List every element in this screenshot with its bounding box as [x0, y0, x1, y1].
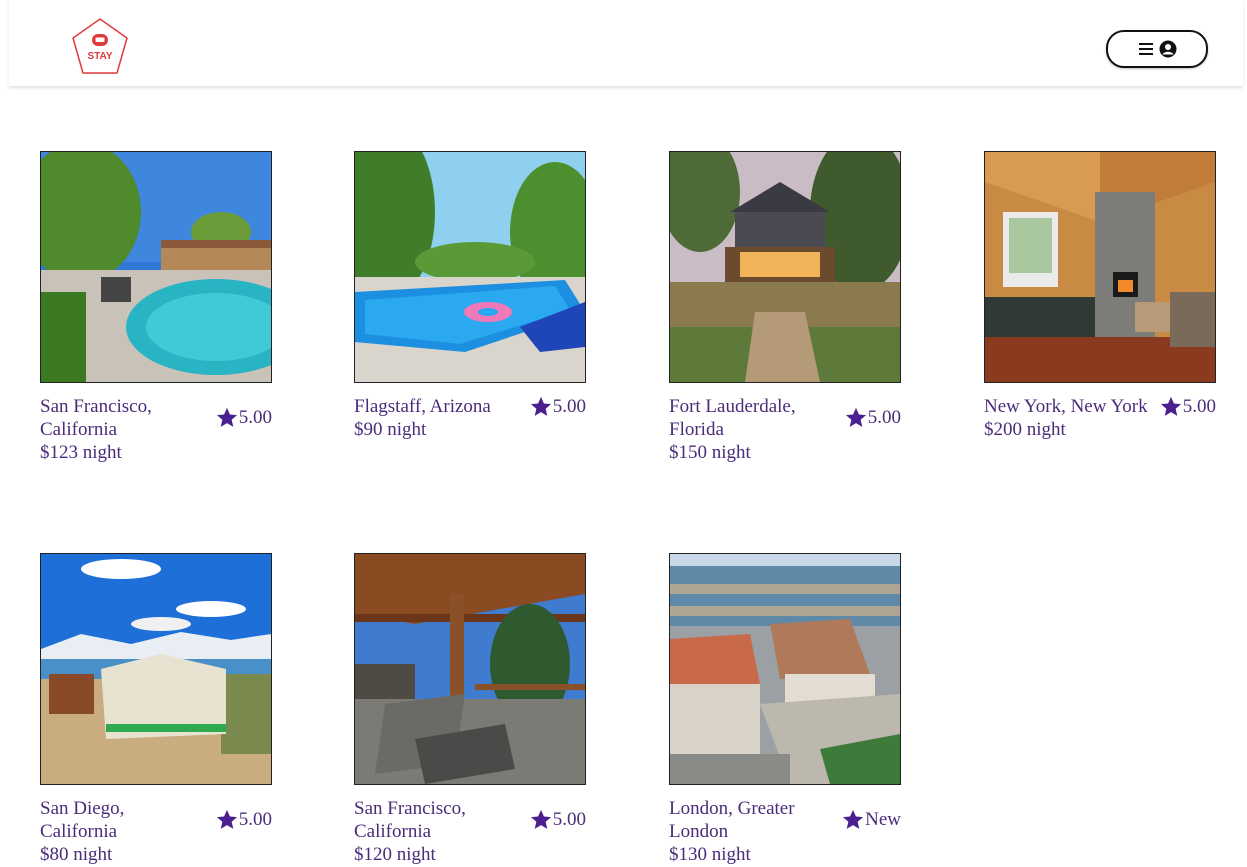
listing-card[interactable]: Fort Lauderdale, Florida $150 night 5.00: [669, 151, 901, 464]
listing-location[interactable]: San Diego, California: [40, 797, 200, 843]
user-avatar-icon: [1159, 40, 1177, 58]
listing-card[interactable]: San Francisco, California $123 night 5.0…: [40, 151, 272, 464]
rating-value: 5.00: [552, 809, 586, 830]
listing-price: $80 night: [40, 844, 113, 865]
listing-rating: New: [842, 808, 901, 831]
listing-photo[interactable]: [40, 151, 272, 383]
listing-rating: 5.00: [845, 406, 901, 429]
listing-photo[interactable]: [669, 553, 901, 785]
listing-price: $200 night: [984, 419, 1066, 440]
rating-value: 5.00: [238, 809, 272, 830]
listing-price: $120 night: [354, 844, 436, 865]
listing-location[interactable]: New York, New York: [984, 395, 1162, 418]
rating-value: 5.00: [1182, 396, 1216, 417]
star-icon: [216, 809, 237, 829]
listing-rating: 5.00: [1160, 395, 1216, 418]
star-icon: [530, 809, 551, 829]
rating-value: 5.00: [552, 396, 586, 417]
listing-photo[interactable]: [40, 553, 272, 785]
logo-text: STAY: [87, 51, 112, 62]
listing-card[interactable]: San Diego, California $80 night 5.00: [40, 553, 272, 866]
rating-value: New: [865, 809, 901, 830]
listing-card[interactable]: New York, New York $200 night 5.00: [984, 151, 1216, 441]
listing-price: $130 night: [669, 844, 751, 865]
stay-logo[interactable]: STAY: [70, 17, 130, 75]
star-icon: [216, 407, 237, 427]
listing-card[interactable]: London, Greater London $130 night New: [669, 553, 901, 866]
listing-card[interactable]: San Francisco, California $120 night 5.0…: [354, 553, 586, 866]
listing-location[interactable]: London, Greater London: [669, 797, 829, 843]
listing-photo[interactable]: [354, 151, 586, 383]
star-icon: [530, 396, 551, 416]
rating-value: 5.00: [867, 407, 901, 428]
listing-rating: 5.00: [216, 808, 272, 831]
listing-rating: 5.00: [530, 808, 586, 831]
listing-price: $150 night: [669, 442, 751, 463]
star-icon: [843, 809, 864, 829]
listing-price: $123 night: [40, 442, 122, 463]
listing-location[interactable]: Flagstaff, Arizona: [354, 395, 532, 418]
top-navbar: STAY: [9, 0, 1243, 86]
listing-card[interactable]: Flagstaff, Arizona $90 night 5.00: [354, 151, 586, 441]
user-menu-button[interactable]: [1106, 30, 1208, 68]
rating-value: 5.00: [238, 407, 272, 428]
listing-photo[interactable]: [669, 151, 901, 383]
listing-rating: 5.00: [530, 395, 586, 418]
listing-rating: 5.00: [216, 406, 272, 429]
listing-location[interactable]: San Francisco, California: [354, 797, 514, 843]
star-icon: [845, 407, 866, 427]
listing-photo[interactable]: [984, 151, 1216, 383]
star-icon: [1160, 396, 1181, 416]
listing-location[interactable]: San Francisco, California: [40, 395, 200, 441]
listing-photo[interactable]: [354, 553, 586, 785]
listing-location[interactable]: Fort Lauderdale, Florida: [669, 395, 829, 441]
listing-price: $90 night: [354, 419, 427, 440]
